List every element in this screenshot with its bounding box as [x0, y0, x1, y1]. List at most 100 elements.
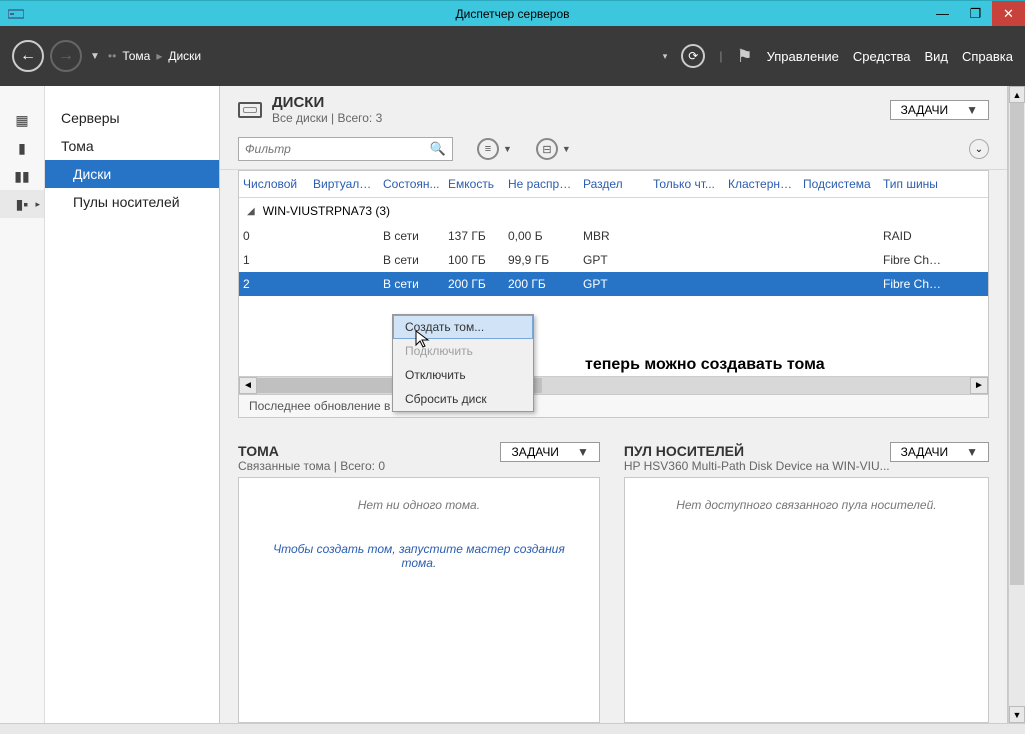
pools-title: ПУЛ НОСИТЕЛЕЙ — [624, 443, 890, 459]
leftbar-dashboard-icon[interactable]: ▦ — [0, 106, 44, 134]
breadcrumb-sep-icon: ▸ — [156, 49, 162, 63]
leftbar-filesvc-icon[interactable]: ▮▪▸ — [0, 190, 44, 218]
nav-right: ▾ ⟳ | ⚑ Управление Средства Вид Справка — [663, 44, 1013, 68]
sidebar-item-pools[interactable]: Пулы носителей — [45, 188, 219, 216]
sidebar-item-disks[interactable]: Диски — [45, 160, 219, 188]
chevron-down-icon[interactable]: ▼ — [562, 144, 571, 154]
nav-view[interactable]: Вид — [924, 49, 948, 64]
disks-title: ДИСКИ — [272, 94, 382, 111]
sidebar-item-volumes[interactable]: Тома — [45, 132, 219, 160]
volumes-tasks-button[interactable]: ЗАДАЧИ ▼ — [500, 442, 599, 462]
bottom-strip — [0, 723, 1025, 734]
nav-help[interactable]: Справка — [962, 49, 1013, 64]
breadcrumb-parent[interactable]: Тома — [122, 49, 150, 63]
scroll-up-icon[interactable]: ▲ — [1009, 86, 1025, 103]
chevron-down-icon: ▼ — [966, 445, 978, 459]
disks-header: ДИСКИ Все диски | Всего: 3 ЗАДАЧИ ▼ — [220, 86, 1007, 129]
chevron-down-icon: ▼ — [577, 445, 589, 459]
vertical-scrollbar[interactable]: ▲ ▼ — [1008, 86, 1025, 723]
breadcrumb-root-icon[interactable]: •• — [108, 49, 116, 63]
table-row[interactable]: 1 В сети 100 ГБ 99,9 ГБ GPT Fibre Cha... — [239, 248, 988, 272]
app-icon — [6, 6, 26, 22]
disks-tasks-button[interactable]: ЗАДАЧИ ▼ — [890, 100, 989, 120]
disk-icon — [238, 102, 262, 118]
horizontal-scrollbar[interactable]: ◄ ► — [239, 376, 988, 394]
col-readonly[interactable]: Только чт... — [649, 171, 724, 197]
scroll-track[interactable] — [257, 377, 970, 394]
chevron-down-icon[interactable]: ▼ — [503, 144, 512, 154]
col-bustype[interactable]: Тип шины — [879, 171, 949, 197]
save-icon[interactable]: ⊟ — [536, 138, 558, 160]
volumes-subtitle: Связанные тома | Всего: 0 — [238, 459, 385, 473]
col-subsystem[interactable]: Подсистема — [799, 171, 879, 197]
refresh-button[interactable]: ⟳ — [681, 44, 705, 68]
nav-tools[interactable]: Средства — [853, 49, 911, 64]
volumes-empty-box: Нет ни одного тома. Чтобы создать том, з… — [238, 477, 600, 723]
notifications-icon[interactable]: ⚑ — [736, 46, 752, 67]
expand-button[interactable]: ⌄ — [969, 139, 989, 159]
nav-history-dropdown[interactable]: ▼ — [90, 51, 100, 62]
pools-subtitle: HP HSV360 Multi-Path Disk Device на WIN-… — [624, 459, 890, 473]
last-refresh: Последнее обновление в 07.09.2016 15:30:… — [238, 395, 989, 418]
table-row[interactable]: 0 В сети 137 ГБ 0,00 Б MBR RAID — [239, 224, 988, 248]
chevron-down-icon: ▼ — [966, 103, 978, 117]
breadcrumb: •• Тома ▸ Диски — [108, 49, 201, 63]
filter-row: 🔍 ≡ ▼ ⊟ ▼ ⌄ — [220, 129, 1007, 170]
nav-manage[interactable]: Управление — [767, 49, 839, 64]
titlebar: Диспетчер серверов — ❐ ✕ — [0, 0, 1025, 26]
scroll-left-icon[interactable]: ◄ — [239, 377, 257, 394]
content: ДИСКИ Все диски | Всего: 3 ЗАДАЧИ ▼ 🔍 ≡ … — [220, 86, 1008, 723]
breadcrumb-current: Диски — [168, 49, 201, 63]
volumes-hint-link[interactable]: Чтобы создать том, запустите мастер созд… — [259, 542, 579, 570]
navbar: ← → ▼ •• Тома ▸ Диски ▾ ⟳ | ⚑ Управление… — [0, 26, 1025, 86]
annotation-text: теперь можно создавать тома — [585, 356, 825, 374]
cursor-icon — [414, 329, 432, 354]
nav-back-button[interactable]: ← — [12, 40, 44, 72]
pools-tasks-button[interactable]: ЗАДАЧИ ▼ — [890, 442, 989, 462]
group-row[interactable]: ◢ WIN-VIUSTRPNA73 (3) — [239, 198, 988, 224]
volumes-empty-text: Нет ни одного тома. — [259, 498, 579, 512]
disks-subtitle: Все диски | Всего: 3 — [272, 111, 382, 125]
pools-empty-text: Нет доступного связанного пула носителей… — [645, 498, 968, 512]
col-number[interactable]: Числовой — [239, 171, 309, 197]
filter-input[interactable] — [245, 142, 430, 156]
filter-box[interactable]: 🔍 — [238, 137, 453, 161]
col-clustered[interactable]: Кластерный — [724, 171, 799, 197]
pools-empty-box: Нет доступного связанного пула носителей… — [624, 477, 989, 723]
leftbar-allservers-icon[interactable]: ▮▮ — [0, 162, 44, 190]
save-options[interactable]: ⊟ ▼ — [536, 138, 571, 160]
window-buttons: — ❐ ✕ — [926, 1, 1025, 26]
leftbar-localserver-icon[interactable]: ▮ — [0, 134, 44, 162]
close-button[interactable]: ✕ — [992, 1, 1025, 26]
leftbar: ▦ ▮ ▮▮ ▮▪▸ — [0, 86, 45, 723]
nav-separator: | — [719, 49, 722, 63]
grid-header: Числовой Виртуальн... Состоян... Емкость… — [239, 171, 988, 198]
lower-panels: ТОМА Связанные тома | Всего: 0 ЗАДАЧИ ▼ … — [220, 418, 1007, 723]
chevron-right-icon: ▸ — [35, 199, 40, 210]
col-virtual[interactable]: Виртуальн... — [309, 171, 379, 197]
nav-dropdown-icon[interactable]: ▾ — [663, 51, 668, 62]
table-row-selected[interactable]: 2 В сети 200 ГБ 200 ГБ GPT Fibre Cha... — [239, 272, 988, 296]
nav-forward-button: → — [50, 40, 82, 72]
ctx-reset-disk[interactable]: Сбросить диск — [393, 387, 533, 411]
scroll-down-icon[interactable]: ▼ — [1009, 706, 1025, 723]
scroll-track[interactable] — [1009, 103, 1025, 706]
col-capacity[interactable]: Емкость — [444, 171, 504, 197]
list-options-icon[interactable]: ≡ — [477, 138, 499, 160]
tasks-label: ЗАДАЧИ — [901, 103, 948, 117]
col-unalloc[interactable]: Не распре... — [504, 171, 579, 197]
maximize-button[interactable]: ❐ — [959, 1, 992, 26]
minimize-button[interactable]: — — [926, 1, 959, 26]
view-options[interactable]: ≡ ▼ — [477, 138, 512, 160]
col-state[interactable]: Состоян... — [379, 171, 444, 197]
ctx-disconnect[interactable]: Отключить — [393, 363, 533, 387]
group-label: WIN-VIUSTRPNA73 (3) — [263, 204, 390, 218]
scroll-thumb[interactable] — [1010, 103, 1024, 585]
col-partition[interactable]: Раздел — [579, 171, 649, 197]
sidebar-item-servers[interactable]: Серверы — [45, 104, 219, 132]
scroll-right-icon[interactable]: ► — [970, 377, 988, 394]
collapse-icon[interactable]: ◢ — [247, 206, 255, 217]
search-icon[interactable]: 🔍 — [430, 141, 446, 157]
sidebar: Серверы Тома Диски Пулы носителей — [45, 86, 220, 723]
volumes-panel: ТОМА Связанные тома | Всего: 0 ЗАДАЧИ ▼ … — [238, 442, 600, 723]
